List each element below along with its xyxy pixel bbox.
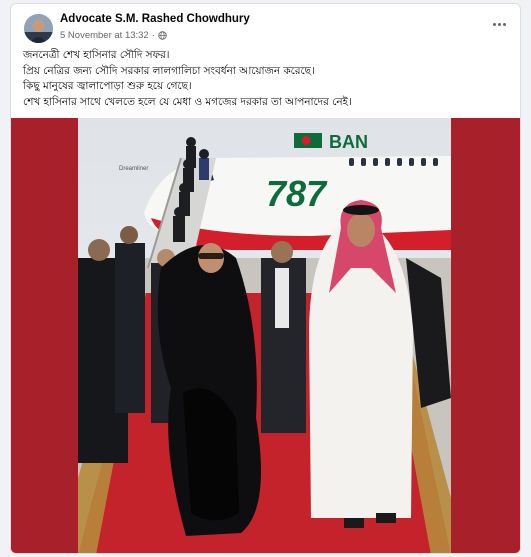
person-center-head [271, 241, 293, 263]
globe-icon [158, 31, 167, 40]
post-text-line: প্রিয় নেত্রির জন্য সৌদি সরকার লালগালিচা… [23, 64, 315, 77]
person-left-2-head [120, 226, 138, 244]
agal [343, 205, 379, 215]
post-text-line: কিছু মানুষের জ্বালাপোড়া শুরু হয়ে গেছে। [23, 80, 192, 92]
post-header: Advocate S.M. Rashed Chowdhury 5 Novembe… [11, 4, 520, 48]
official-shoe [344, 518, 364, 528]
sunglasses [198, 253, 224, 259]
post-photo-illustration: BAN 787 Dreamliner [11, 118, 520, 553]
person-center-shirt [275, 268, 289, 328]
aircraft-registration-text: Dreamliner [119, 166, 148, 172]
person-left-head [88, 239, 110, 261]
flag-disc [301, 136, 311, 145]
post-photo[interactable]: BAN 787 Dreamliner [11, 118, 520, 553]
more-dot [497, 22, 501, 26]
post-text: জননেত্রী শেখ হাসিনার সৌদি সফর। প্রিয় নে… [23, 48, 513, 110]
post-timestamp[interactable]: 5 November at 13:32 [60, 30, 149, 41]
avatar-image [24, 14, 53, 43]
more-options-icon[interactable] [488, 16, 510, 32]
meta-separator: · [151, 30, 155, 41]
more-dot [502, 22, 506, 26]
post-text-line: শেখ হাসিনার সাথে খেলতে হলে যে মেধা ও মগজ… [23, 95, 352, 108]
person-left-2 [115, 243, 145, 413]
post-meta: 5 November at 13:32 · [60, 30, 167, 41]
post-text-line: জননেত্রী শেখ হাসিনার সৌদি সফর। [23, 49, 170, 61]
official-face [347, 213, 375, 247]
aircraft-brand-text: BAN [329, 132, 368, 152]
aircraft-model-text: 787 [266, 173, 328, 214]
more-dot [492, 22, 496, 26]
avatar[interactable] [24, 14, 53, 43]
author-name[interactable]: Advocate S.M. Rashed Chowdhury [60, 13, 250, 25]
official-shoe [376, 513, 396, 523]
post-card: Advocate S.M. Rashed Chowdhury 5 Novembe… [10, 3, 521, 554]
